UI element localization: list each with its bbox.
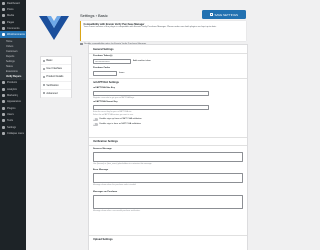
product-icon xyxy=(2,81,5,85)
recaptcha-settings-title: reCAPTCHA Settings xyxy=(93,81,119,84)
nav-item-advanced[interactable]: Advanced xyxy=(41,90,71,98)
verification-settings-title: Verification Settings xyxy=(93,140,118,143)
submenu-verify-buyers[interactable]: Verify Buyers xyxy=(0,74,26,79)
secret-key-label: reCAPTCHA Secret Key xyxy=(93,101,118,103)
cache-input[interactable] xyxy=(93,71,117,76)
megaphone-icon xyxy=(2,94,5,98)
secret-key-input[interactable] xyxy=(93,105,209,110)
check-icon xyxy=(43,84,46,87)
page-title: Settings › Basic xyxy=(80,13,108,18)
site-key-input[interactable] xyxy=(93,91,209,96)
pin-icon xyxy=(2,7,5,11)
messages-on-purchase-help: Message shown after a successful purchas… xyxy=(93,210,141,212)
messages-on-purchase-input[interactable] xyxy=(93,195,243,209)
signup-recaptcha-toggle[interactable]: Enable sign up form reCAPTCHA validation xyxy=(93,118,142,121)
code-icon xyxy=(43,92,46,95)
collapse-icon xyxy=(2,131,5,135)
gear-icon xyxy=(43,59,46,62)
general-settings-title: General Settings xyxy=(93,48,114,51)
success-message-help: Use {license} or {item_name} placeholder… xyxy=(93,163,152,165)
upload-settings-title: Upload Settings xyxy=(93,238,113,241)
nav-item-product-details[interactable]: Product Details xyxy=(41,73,71,82)
toggle-switch[interactable] xyxy=(93,123,98,126)
success-message-input[interactable] xyxy=(93,152,243,162)
recaptcha-version-help: Select the reCAPTCHA version you want to… xyxy=(93,114,134,116)
nav-item-verification[interactable]: Verification xyxy=(41,82,71,90)
cache-unit: hours xyxy=(119,72,125,74)
error-message-help: Message shown when the purchase code is … xyxy=(93,184,137,186)
woocommerce-icon xyxy=(2,33,5,37)
settings-panel: General Settings Purchase Token(s) •••••… xyxy=(88,44,248,250)
settings-icon xyxy=(2,125,5,129)
plugin-icon xyxy=(2,106,5,110)
add-token-link[interactable]: Add another token xyxy=(133,60,151,62)
disable-notice-checkbox[interactable] xyxy=(80,42,83,46)
users-icon xyxy=(2,112,5,116)
token-input[interactable]: ••••••••••••••••••• xyxy=(93,59,131,64)
nav-item-user-interface[interactable]: User Interface xyxy=(41,65,71,74)
nav-item-basic[interactable]: Basic xyxy=(41,57,71,66)
main-content: Settings › Basic SAVE SETTINGS Compatibi… xyxy=(26,0,250,250)
wrench-icon xyxy=(2,119,5,123)
error-message-input[interactable] xyxy=(93,173,243,183)
sidebar-item-collapse[interactable]: Collapse menu xyxy=(0,130,26,136)
compatibility-notice: Compatibility with Envato Verify Purchas… xyxy=(80,21,246,41)
analytics-icon xyxy=(2,87,5,91)
notice-body: Your current version of the plugin is co… xyxy=(83,26,217,29)
signin-recaptcha-toggle[interactable]: Enable sign in form reCAPTCHA validation xyxy=(93,123,141,126)
cache-label: Purchase Cache xyxy=(93,67,111,69)
site-key-help: Register a new site to get your reCAPTCH… xyxy=(93,97,135,99)
token-label: Purchase Token(s) xyxy=(93,55,113,57)
user-icon xyxy=(43,67,46,70)
error-message-label: Error Message xyxy=(93,169,109,171)
success-message-label: Success Message xyxy=(93,148,112,150)
product-icon xyxy=(43,75,46,79)
settings-nav: Basic User Interface Product Details Ver… xyxy=(40,56,72,98)
toggle-switch[interactable] xyxy=(93,118,98,121)
woocommerce-submenu: Home Orders Customers Reports Settings S… xyxy=(0,37,26,80)
admin-sidebar: Dashboard Posts Media Pages Comments Woo… xyxy=(0,0,26,250)
save-settings-button[interactable]: SAVE SETTINGS xyxy=(202,10,246,19)
page-icon xyxy=(2,20,5,24)
media-icon xyxy=(2,14,5,18)
save-icon xyxy=(209,13,213,16)
site-key-label: reCAPTCHA Site Key xyxy=(93,87,115,89)
brush-icon xyxy=(2,100,5,104)
plugin-logo-icon xyxy=(39,16,69,40)
messages-on-purchase-label: Messages on Purchase xyxy=(93,191,118,193)
comment-icon xyxy=(2,26,5,30)
secret-key-help: Enter the secret key for your reCAPTCHA … xyxy=(93,111,132,113)
dashboard-icon xyxy=(2,1,5,5)
